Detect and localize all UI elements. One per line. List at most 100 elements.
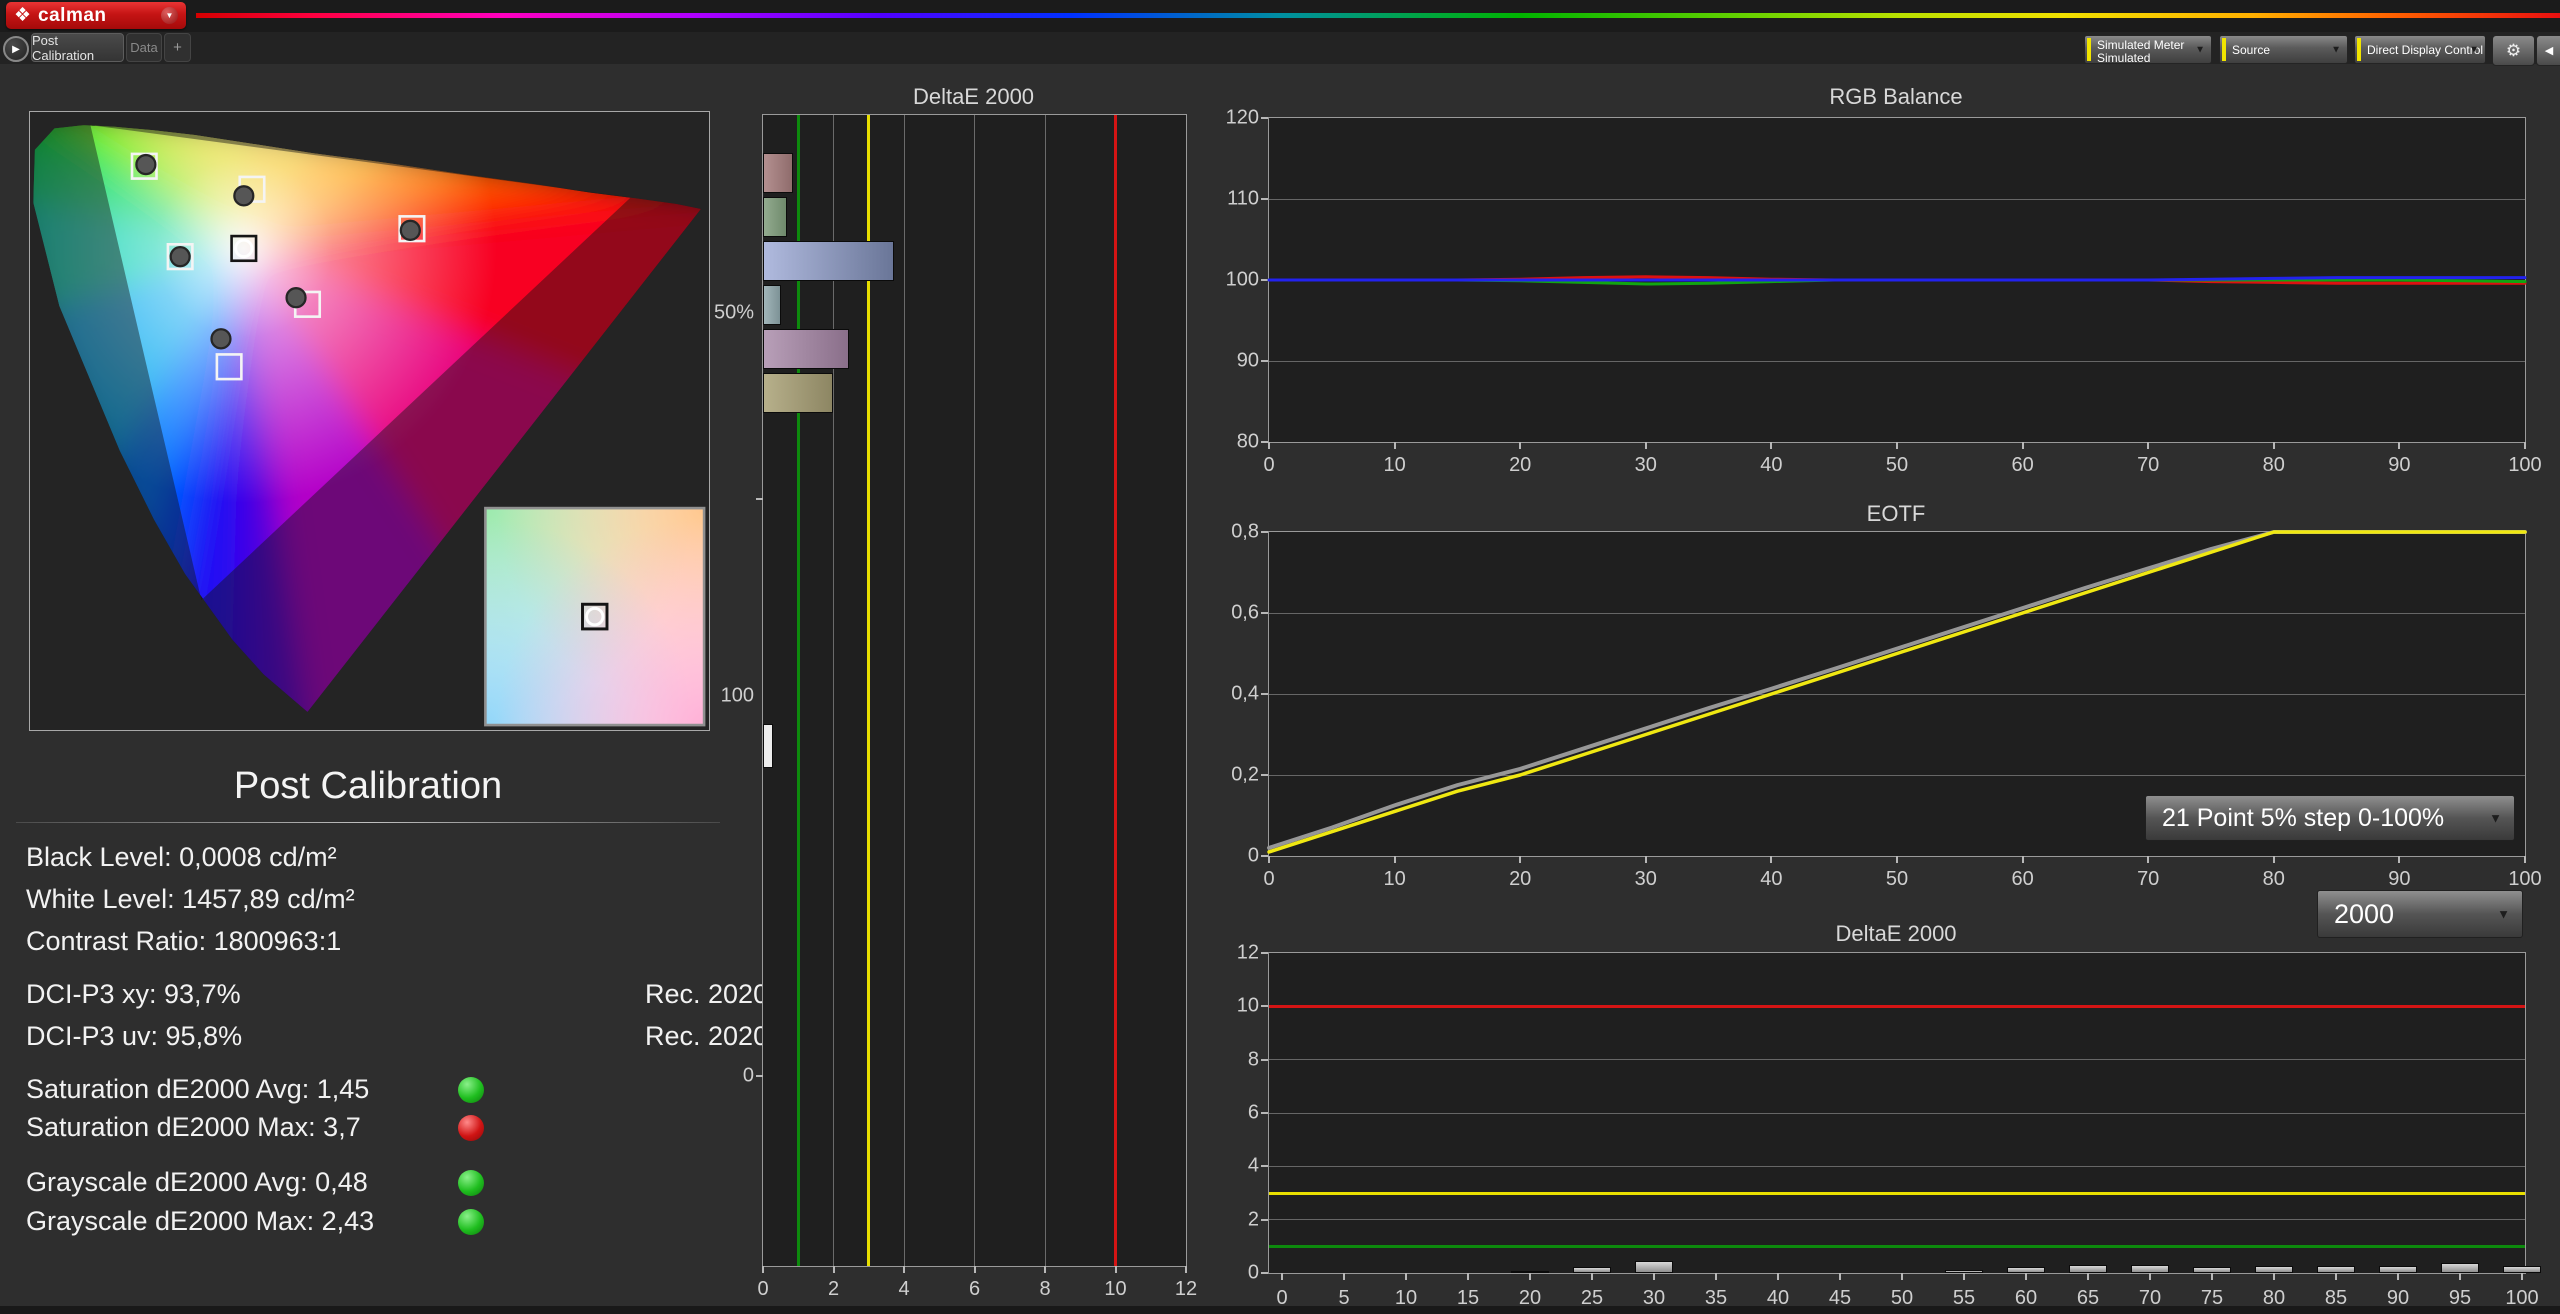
- axis-tick: [756, 1075, 763, 1077]
- settings-button[interactable]: ⚙: [2492, 35, 2535, 66]
- display-control-status-stripe: [2357, 38, 2361, 61]
- axis-tick: [1261, 1059, 1268, 1061]
- tab-data[interactable]: Data: [126, 33, 162, 62]
- axis-tick: [1529, 1273, 1531, 1280]
- axis-label: 50: [1886, 454, 1908, 477]
- axis-tick: [1467, 1273, 1469, 1280]
- axis-label: 12: [1237, 942, 1259, 965]
- measured-point-blue: [212, 329, 231, 348]
- tab-post-calibration[interactable]: Post Calibration: [31, 33, 124, 62]
- axis-tick: [2273, 1273, 2275, 1280]
- spectrum-strip: [196, 13, 2560, 18]
- axis-label: 70: [2137, 454, 2159, 477]
- measured-point-cyan: [171, 247, 190, 266]
- axis-tick: [1261, 1219, 1268, 1221]
- axis-tick: [2521, 1273, 2523, 1280]
- axis-tick: [1653, 1273, 1655, 1280]
- bar-gray-65: [2069, 1265, 2107, 1273]
- source-dropdown[interactable]: Source ▼: [2219, 35, 2348, 64]
- axis-label: 40: [1760, 868, 1782, 891]
- gridline: [1045, 115, 1046, 1266]
- axis-label: 10: [1237, 995, 1259, 1018]
- workflow-advance-button[interactable]: ▶: [3, 36, 29, 62]
- axis-tick: [1268, 856, 1270, 863]
- axis-label: 12: [1175, 1278, 1197, 1301]
- axis-tick: [756, 498, 763, 500]
- axis-tick: [1394, 856, 1396, 863]
- axis-tick: [1268, 442, 1270, 449]
- grayscale-de-avg: Grayscale dE2000 Avg: 0,48: [26, 1167, 368, 1198]
- axis-tick: [2273, 442, 2275, 449]
- axis-label: 8: [1248, 1048, 1259, 1071]
- axis-label: 4: [898, 1278, 909, 1301]
- axis-label: 0,4: [1231, 683, 1259, 706]
- status-badge: [458, 1170, 484, 1196]
- axis-label: 80: [1237, 431, 1259, 454]
- de-target-dropdown[interactable]: 2000 ▼: [2317, 890, 2523, 938]
- bar-gray-90: [2379, 1266, 2417, 1273]
- axis-tick: [1591, 1273, 1593, 1280]
- axis-tick: [1115, 1266, 1117, 1273]
- rgb_balance-lines: [1269, 118, 2525, 442]
- axis-tick: [903, 1266, 905, 1273]
- status-badge: [458, 1209, 484, 1235]
- bar-yellow-saturation: [763, 373, 833, 413]
- cie-diagram: [30, 112, 709, 730]
- axis-tick: [2211, 1273, 2213, 1280]
- axis-tick: [1896, 856, 1898, 863]
- source-status-stripe: [2222, 38, 2226, 61]
- axis-label: 60: [2011, 868, 2033, 891]
- top-bar: ❖ calman ▼: [0, 0, 2560, 32]
- limit-line-10: [1114, 115, 1117, 1266]
- bar-grayscale-100: [763, 724, 773, 768]
- axis-tick: [1519, 856, 1521, 863]
- collapse-panel-button[interactable]: ◀: [2536, 35, 2560, 66]
- eotf-points-dropdown[interactable]: 21 Point 5% step 0-100% ▼: [2145, 795, 2515, 841]
- axis-label: 100: [721, 685, 754, 708]
- rgb-balance-chart: 12011010090800102030405060708090100: [1268, 117, 2526, 443]
- axis-tick: [1261, 855, 1268, 857]
- axis-label: 110: [1227, 188, 1259, 211]
- axis-label: 90: [1237, 350, 1259, 373]
- axis-tick: [1261, 952, 1268, 954]
- gridline: [1269, 1166, 2525, 1167]
- measured-point-magenta: [287, 288, 306, 307]
- meter-dropdown-line2: Simulated: [2097, 52, 2150, 64]
- axis-label: 20: [1509, 868, 1531, 891]
- axis-label: 10: [1383, 868, 1405, 891]
- axis-tick: [2398, 856, 2400, 863]
- limit-line-1: [797, 115, 800, 1266]
- meter-dropdown[interactable]: Simulated Meter Simulated ▼: [2084, 35, 2212, 64]
- axis-tick: [1770, 442, 1772, 449]
- axis-label: 4: [1248, 1155, 1259, 1178]
- axis-tick: [1261, 441, 1268, 443]
- calman-logo-button[interactable]: ❖ calman ▼: [6, 2, 186, 29]
- display-control-dropdown-label: Direct Display Control: [2367, 44, 2483, 56]
- logo-menu-arrow-icon[interactable]: ▼: [161, 7, 178, 24]
- bar-gray-100: [2503, 1266, 2541, 1273]
- chevron-down-icon: ▼: [2331, 44, 2341, 55]
- dci-p3-xy-value: DCI-P3 xy: 93,7%: [26, 979, 241, 1010]
- axis-tick: [2398, 442, 2400, 449]
- gridline: [1269, 1113, 2525, 1114]
- axis-label: 6: [1248, 1102, 1259, 1125]
- axis-label: 0: [1248, 1262, 1259, 1285]
- axis-tick: [1261, 1112, 1268, 1114]
- bar-cyan-saturation: [763, 285, 781, 325]
- calman-diamond-icon: ❖: [14, 6, 31, 25]
- axis-tick: [1261, 360, 1268, 362]
- axis-tick: [833, 1266, 835, 1273]
- bar-red-saturation: [763, 153, 793, 193]
- chevron-down-icon: ▼: [2489, 811, 2502, 826]
- display-control-dropdown[interactable]: Direct Display Control ▼: [2354, 35, 2486, 64]
- status-badge: [458, 1077, 484, 1103]
- axis-label: 0,8: [1231, 521, 1259, 544]
- axis-tick: [2524, 442, 2526, 449]
- limit-line-3: [1269, 1192, 2525, 1195]
- axis-tick: [1839, 1273, 1841, 1280]
- measured-point-yellow: [234, 186, 253, 205]
- meter-dropdown-line1: Simulated Meter: [2097, 39, 2184, 51]
- axis-tick: [1896, 442, 1898, 449]
- add-tab-button[interactable]: +: [164, 33, 191, 62]
- axis-label: 80: [2263, 454, 2285, 477]
